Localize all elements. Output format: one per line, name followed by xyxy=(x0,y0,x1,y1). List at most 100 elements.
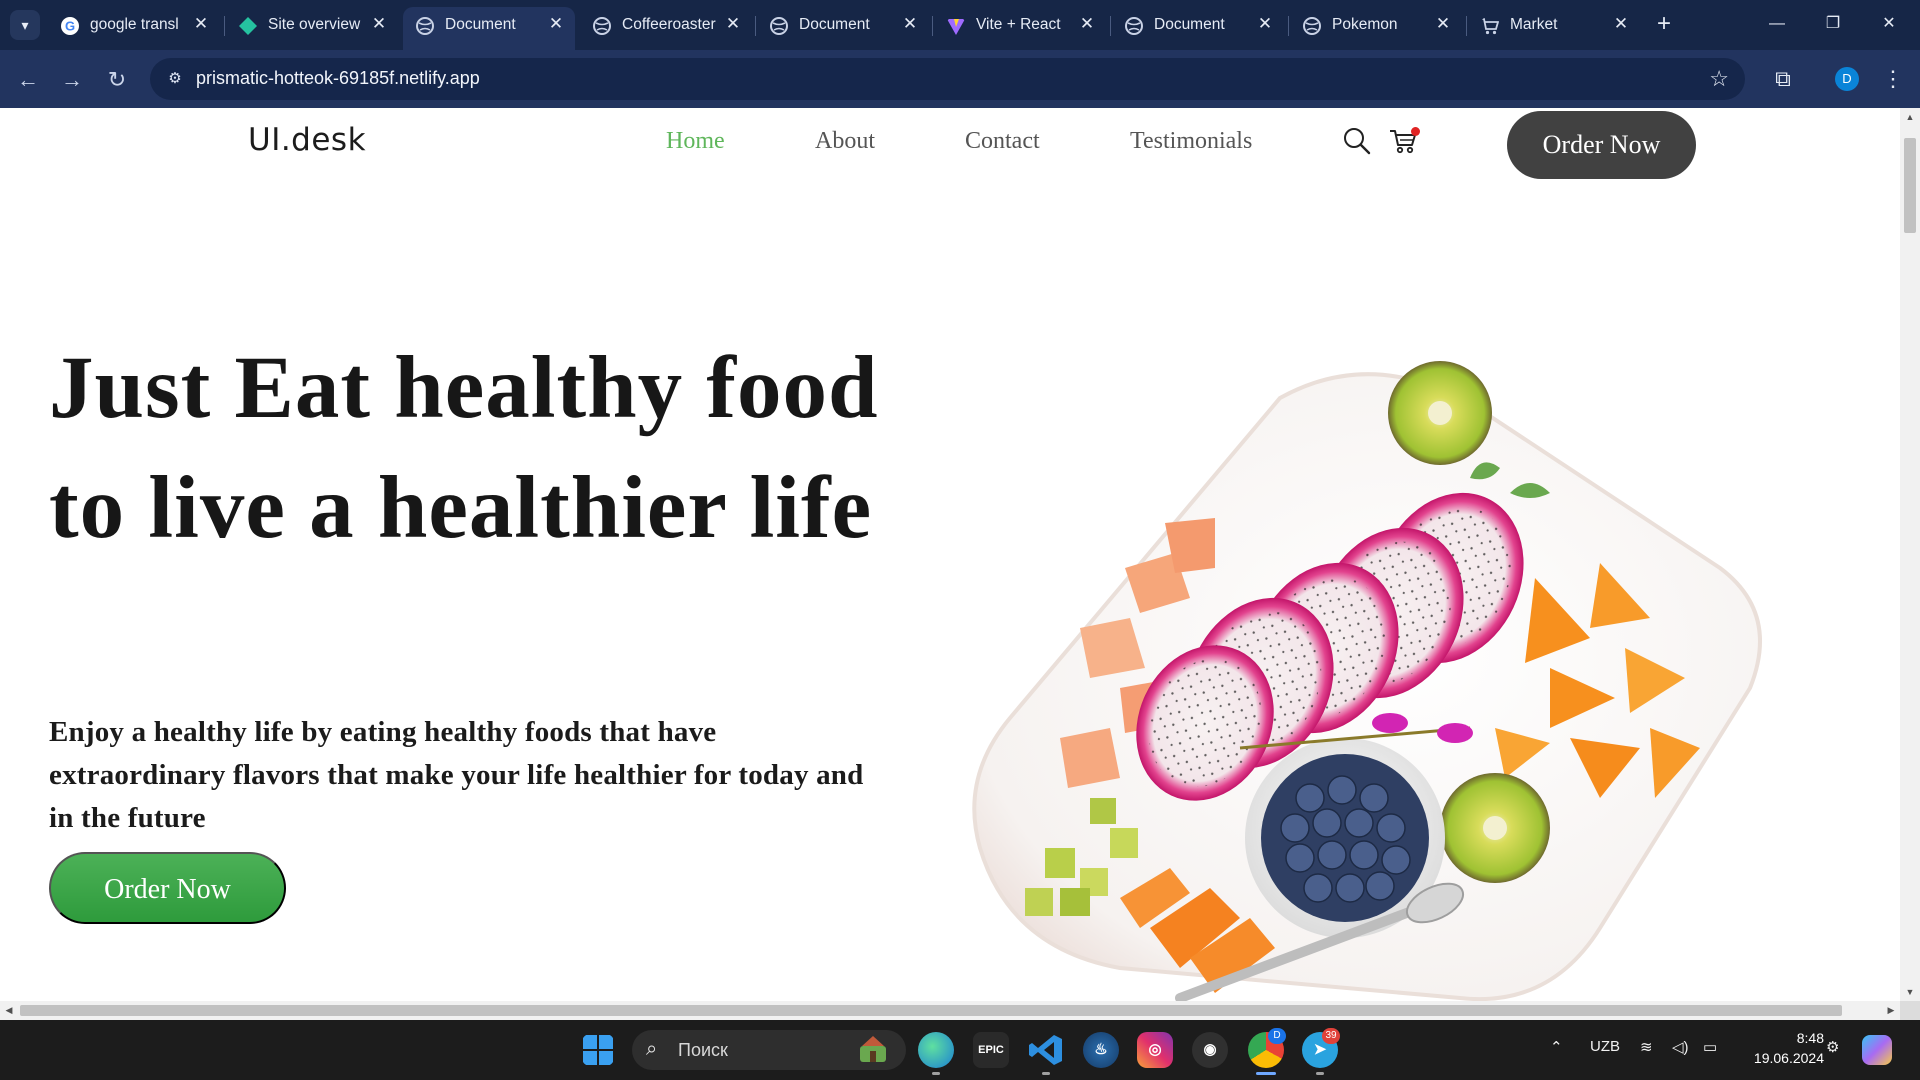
edge-icon[interactable] xyxy=(918,1032,954,1068)
scroll-right-icon[interactable]: ▶ xyxy=(1882,1001,1900,1020)
netlify-icon xyxy=(239,17,257,35)
clock[interactable]: 8:48 19.06.2024 xyxy=(1732,1028,1824,1068)
page-viewport: UI.desk Home About Contact Testimonials … xyxy=(0,108,1900,1001)
nav-home[interactable]: Home xyxy=(666,128,725,155)
forward-button[interactable]: → xyxy=(56,64,88,96)
copilot-icon[interactable] xyxy=(1862,1035,1892,1065)
horizontal-scrollbar[interactable]: ◀ ▶ xyxy=(0,1001,1900,1020)
puzzle-icon: ⧉ xyxy=(1775,66,1791,91)
battery-icon[interactable]: ▭ xyxy=(1703,1038,1717,1056)
nav-about[interactable]: About xyxy=(815,128,875,155)
close-icon[interactable]: ✕ xyxy=(1076,13,1098,35)
hero-title: Just Eat healthy food to live a healthie… xyxy=(49,339,879,557)
clock-date: 19.06.2024 xyxy=(1753,1050,1824,1066)
globe-icon xyxy=(1125,17,1143,35)
fruit-plate-image xyxy=(972,361,1762,1001)
running-indicator xyxy=(932,1072,940,1075)
bookmark-star-icon[interactable]: ☆ xyxy=(1709,66,1729,92)
browser-tab[interactable]: Pokemon ✕ xyxy=(1290,7,1462,43)
site-info-icon[interactable]: ⚙ xyxy=(164,68,186,90)
horizontal-scroll-thumb[interactable] xyxy=(20,1005,1842,1016)
volume-icon[interactable]: ◁) xyxy=(1672,1038,1689,1056)
vite-icon xyxy=(947,19,965,35)
globe-icon xyxy=(416,17,434,35)
instagram-icon[interactable]: ◎ xyxy=(1137,1032,1173,1068)
close-icon[interactable]: ✕ xyxy=(1610,13,1632,35)
close-icon[interactable]: ✕ xyxy=(1254,13,1276,35)
globe-icon xyxy=(1303,17,1321,35)
close-icon[interactable]: ✕ xyxy=(545,13,567,35)
new-tab-button[interactable]: + xyxy=(1650,10,1678,38)
browser-tab[interactable]: Market ✕ xyxy=(1468,7,1640,43)
language-indicator[interactable]: UZB xyxy=(1590,1038,1620,1055)
order-now-hero-button[interactable]: Order Now xyxy=(49,852,286,924)
tab-strip: ▾ G google transl ✕ Site overview ✕ Docu… xyxy=(0,0,1920,50)
close-icon[interactable]: ✕ xyxy=(190,13,212,35)
close-icon: ✕ xyxy=(1882,15,1896,32)
scroll-up-icon[interactable]: ▲ xyxy=(1900,108,1920,126)
tab-divider xyxy=(1110,16,1111,36)
nav-testimonials[interactable]: Testimonials xyxy=(1130,128,1252,155)
restore-icon: ❐ xyxy=(1825,15,1841,32)
browser-tab[interactable]: Document ✕ xyxy=(757,7,929,43)
google-icon: G xyxy=(61,17,79,35)
tab-divider xyxy=(224,16,225,36)
vertical-scrollbar[interactable]: ▲ ▼ xyxy=(1900,108,1920,1001)
search-icon: ⌕ xyxy=(646,1038,658,1060)
back-button[interactable]: ← xyxy=(12,64,44,96)
taskbar-search-box[interactable]: ⌕ Поиск xyxy=(632,1030,906,1070)
running-indicator-active xyxy=(1256,1072,1276,1075)
browser-tab-active[interactable]: Document ✕ xyxy=(403,7,575,50)
minimize-button[interactable]: — xyxy=(1754,8,1800,40)
tab-divider xyxy=(932,16,933,36)
wifi-icon[interactable]: ≋ xyxy=(1640,1038,1653,1056)
browser-tab[interactable]: Vite + React ✕ xyxy=(934,7,1106,43)
close-icon[interactable]: ✕ xyxy=(1432,13,1454,35)
close-window-button[interactable]: ✕ xyxy=(1866,8,1912,40)
search-highlight-icon xyxy=(860,1036,886,1062)
nav-contact[interactable]: Contact xyxy=(965,128,1040,155)
reload-button[interactable]: ↻ xyxy=(101,64,133,96)
windows-taskbar: ⌕ Поиск EPIC ♨ ◎ ◉ D ➤ 39 ⌃ UZB ≋ ◁) ▭ 8… xyxy=(0,1020,1920,1080)
profile-avatar[interactable]: D xyxy=(1835,67,1859,91)
epic-games-icon[interactable]: EPIC xyxy=(973,1032,1009,1068)
tab-divider xyxy=(1288,16,1289,36)
tab-divider xyxy=(1466,16,1467,36)
address-bar[interactable]: ⚙ prismatic-hotteok-69185f.netlify.app ☆ xyxy=(150,58,1745,100)
browser-tab[interactable]: G google transl ✕ xyxy=(48,7,220,43)
clock-time: 8:48 xyxy=(1796,1030,1824,1046)
browser-tab[interactable]: Site overview ✕ xyxy=(226,7,398,43)
order-now-header-button[interactable]: Order Now xyxy=(1507,111,1696,179)
vscode-icon[interactable] xyxy=(1028,1032,1064,1068)
scroll-left-icon[interactable]: ◀ xyxy=(0,1001,18,1020)
url-text[interactable]: prismatic-hotteok-69185f.netlify.app xyxy=(196,68,480,89)
steam-icon[interactable]: ♨ xyxy=(1083,1032,1119,1068)
browser-tab[interactable]: Coffeeroaster ✕ xyxy=(580,7,752,43)
chevron-up-icon[interactable]: ⌃ xyxy=(1550,1038,1563,1056)
close-icon[interactable]: ✕ xyxy=(368,13,390,35)
search-icon[interactable] xyxy=(1342,126,1372,156)
windows-start-icon[interactable] xyxy=(582,1034,614,1066)
close-icon[interactable]: ✕ xyxy=(722,13,744,35)
tab-divider xyxy=(755,16,756,36)
minimize-icon: — xyxy=(1769,15,1785,32)
taskbar-search-placeholder: Поиск xyxy=(678,1040,728,1060)
obs-icon[interactable]: ◉ xyxy=(1192,1032,1228,1068)
scroll-down-icon[interactable]: ▼ xyxy=(1900,983,1920,1001)
notification-settings-icon[interactable]: ⚙ xyxy=(1826,1038,1839,1056)
hero-subtitle: Enjoy a healthy life by eating healthy f… xyxy=(49,716,864,834)
reload-icon: ↻ xyxy=(107,67,127,92)
plus-icon: + xyxy=(1656,10,1671,37)
browser-tab[interactable]: Document ✕ xyxy=(1112,7,1284,43)
tab-search-button[interactable]: ▾ xyxy=(10,10,40,40)
extensions-button[interactable]: ⧉ xyxy=(1768,64,1798,94)
vertical-scroll-thumb[interactable] xyxy=(1904,138,1916,233)
close-icon[interactable]: ✕ xyxy=(899,13,921,35)
chevron-down-icon: ▾ xyxy=(21,17,29,33)
browser-menu-button[interactable]: ⋮ xyxy=(1880,64,1906,94)
telegram-unread-badge: 39 xyxy=(1322,1028,1340,1044)
restore-button[interactable]: ❐ xyxy=(1810,8,1856,40)
svg-text:G: G xyxy=(65,19,75,34)
site-logo[interactable]: UI.desk xyxy=(248,122,366,158)
more-vert-icon: ⋮ xyxy=(1882,66,1904,91)
